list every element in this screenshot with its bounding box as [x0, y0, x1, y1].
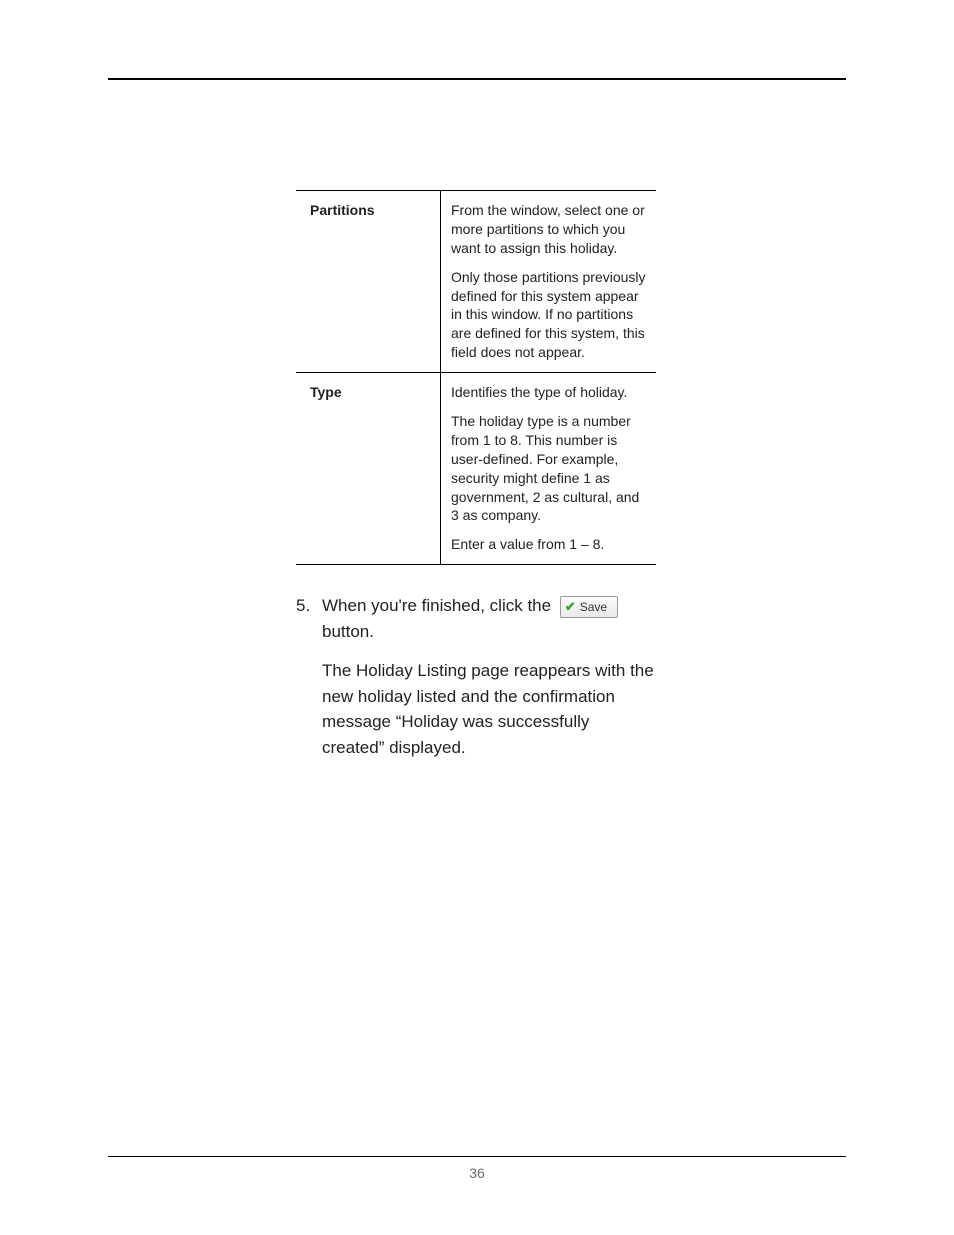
row-description: Identifies the type of holiday. The holi…	[441, 373, 657, 565]
checkmark-icon: ✔	[565, 600, 576, 613]
page-number: 36	[108, 1156, 846, 1181]
row-label: Partitions	[296, 191, 441, 373]
step-5: 5. When you're finished, click the ✔ Sav…	[296, 593, 656, 774]
paragraph: Enter a value from 1 – 8.	[451, 535, 646, 554]
step-body: When you're finished, click the ✔ Save b…	[322, 593, 656, 774]
paragraph: From the window, select one or more part…	[451, 201, 646, 258]
save-button[interactable]: ✔ Save	[560, 596, 618, 618]
text: When you're finished, click the	[322, 596, 551, 615]
table-row: Partitions From the window, select one o…	[296, 191, 656, 373]
save-button-label: Save	[580, 601, 607, 613]
step-result: The Holiday Listing page reappears with …	[322, 658, 656, 760]
step-number: 5.	[296, 593, 322, 774]
paragraph: The holiday type is a number from 1 to 8…	[451, 412, 646, 525]
page-frame: Partitions From the window, select one o…	[108, 78, 846, 1181]
paragraph: Identifies the type of holiday.	[451, 383, 646, 402]
definitions-table: Partitions From the window, select one o…	[296, 190, 656, 565]
row-description: From the window, select one or more part…	[441, 191, 657, 373]
table-row: Type Identifies the type of holiday. The…	[296, 373, 656, 565]
step-instruction: When you're finished, click the ✔ Save b…	[322, 593, 656, 644]
row-label: Type	[296, 373, 441, 565]
paragraph: Only those partitions previously defined…	[451, 268, 646, 362]
page-content: Partitions From the window, select one o…	[296, 190, 656, 774]
text: button.	[322, 622, 374, 641]
